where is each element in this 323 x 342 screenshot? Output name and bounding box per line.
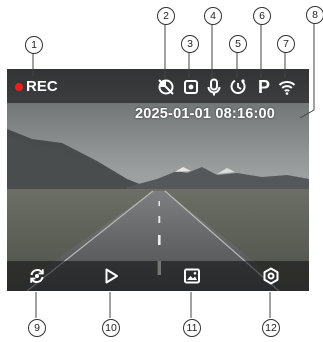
callout-9: 9: [28, 319, 46, 337]
callout-10: 10: [102, 319, 120, 337]
callout-3: 3: [181, 35, 199, 53]
callout-7: 7: [277, 35, 295, 53]
callout-5: 5: [229, 35, 247, 53]
callout-11: 11: [183, 319, 201, 337]
callout-1: 1: [25, 36, 43, 54]
callout-8: 8: [306, 6, 323, 24]
callout-2: 2: [157, 7, 175, 25]
callout-12: 12: [262, 319, 280, 337]
callout-4: 4: [204, 7, 222, 25]
callout-leader-lines: [32, 22, 315, 318]
callout-6: 6: [253, 7, 271, 25]
